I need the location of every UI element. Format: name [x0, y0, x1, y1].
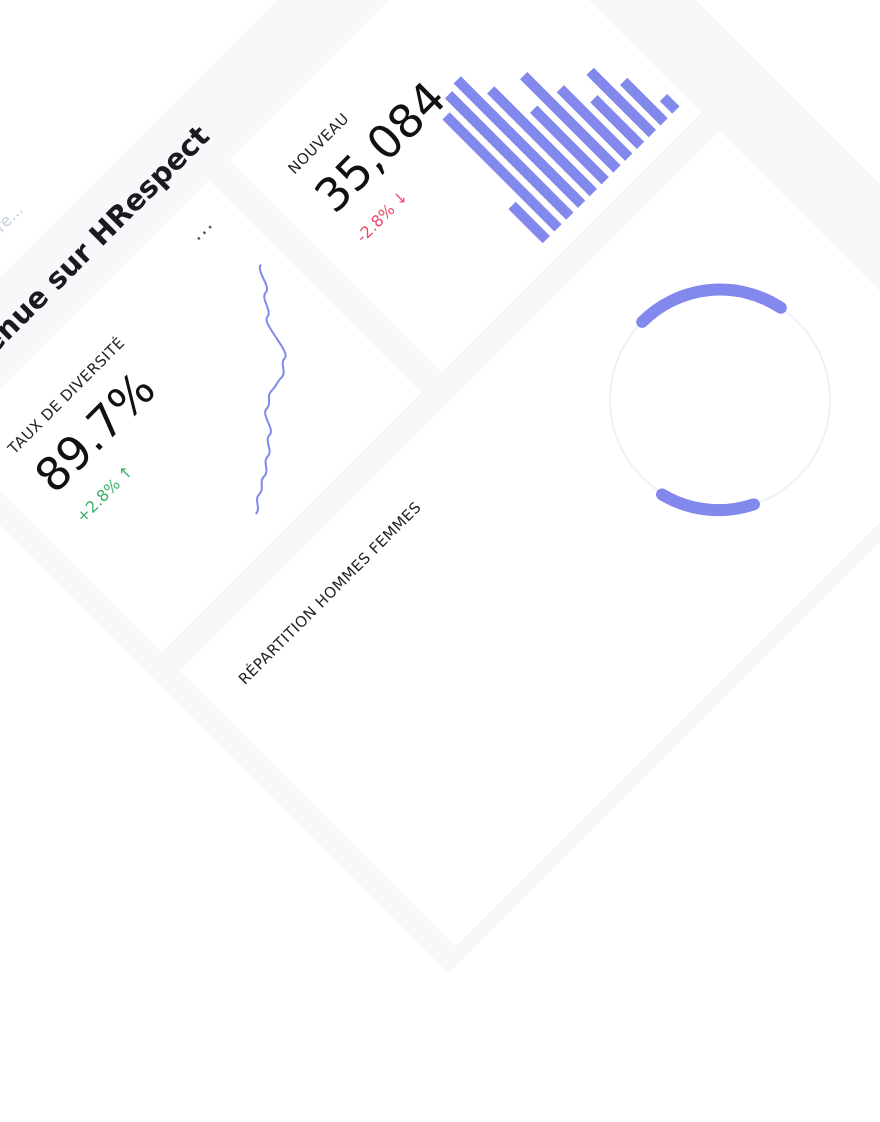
- dashboard: Bienvenue sur HRespect ··· TAUX DE DIVER…: [0, 0, 880, 1063]
- stage: Bienvenue sur HRespect ··· TAUX DE DIVER…: [0, 0, 880, 1122]
- bar: [659, 93, 680, 114]
- donut-segment: [636, 283, 787, 328]
- donut-segment: [656, 488, 760, 517]
- new-hires-delta-value: -2.8%: [352, 199, 399, 247]
- arrow-up-icon: ↑: [114, 461, 138, 485]
- arrow-down-icon: ↓: [388, 186, 412, 210]
